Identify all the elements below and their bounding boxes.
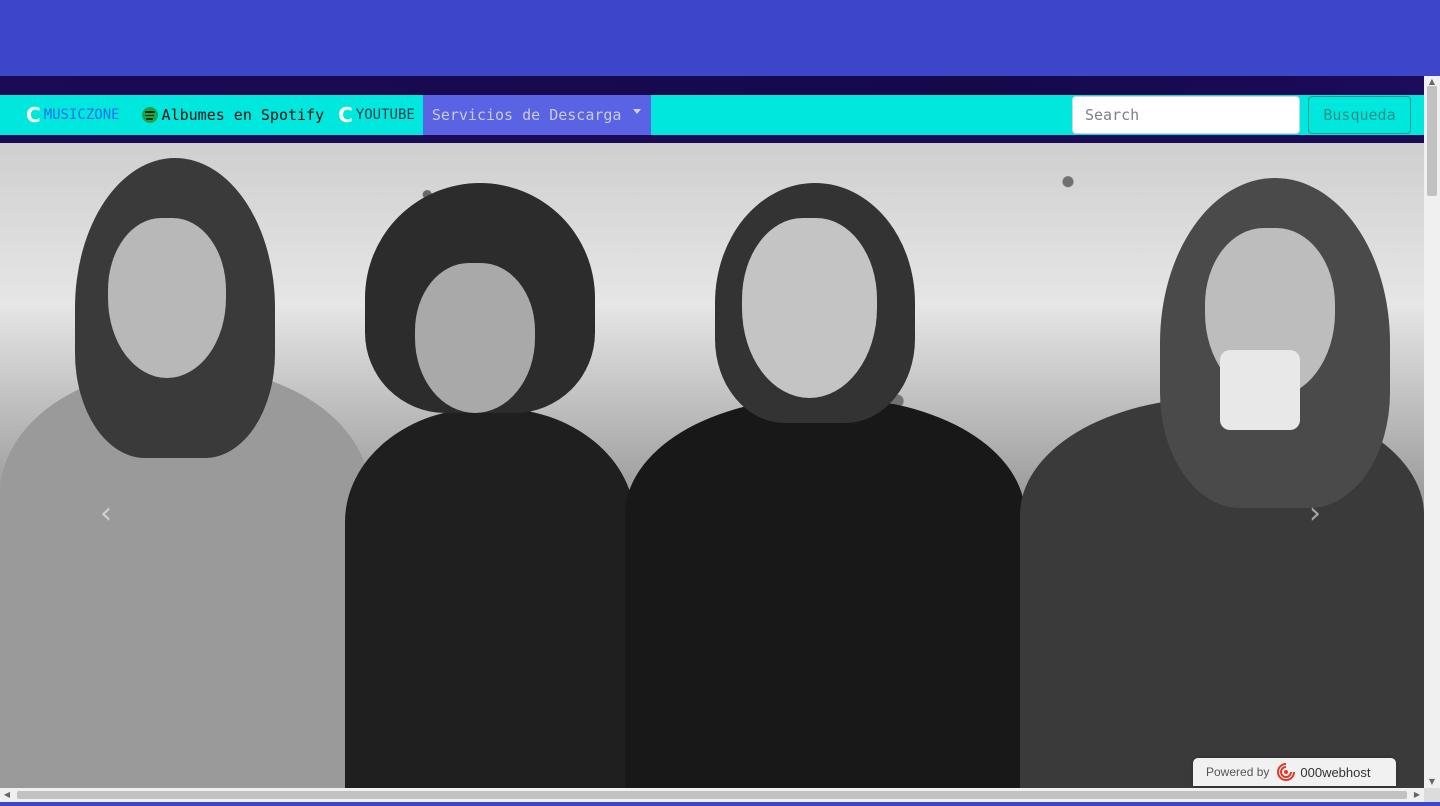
vertical-scroll-thumb[interactable] xyxy=(1427,86,1437,196)
search-input[interactable] xyxy=(1072,96,1300,134)
scroll-left-icon[interactable]: ◀ xyxy=(0,788,14,802)
scrollbar-corner xyxy=(1424,788,1440,802)
powered-by-badge[interactable]: Powered by 000webhost xyxy=(1193,758,1396,786)
carousel-prev-button[interactable]: ‹ xyxy=(96,497,116,531)
spotify-icon xyxy=(141,107,158,123)
spotify-albums-label: Albumes en Spotify xyxy=(161,106,325,124)
spotify-albums-link[interactable]: Albumes en Spotify xyxy=(141,95,325,135)
brand-c-icon: C xyxy=(26,103,41,127)
chevron-right-icon: › xyxy=(1309,496,1321,531)
header-divider xyxy=(0,76,1424,95)
carousel-next-button[interactable]: › xyxy=(1305,497,1325,531)
mug-shape xyxy=(1220,350,1300,430)
youtube-label: YOUTUBE xyxy=(355,107,415,123)
header-band xyxy=(0,0,1440,76)
horizontal-scroll-thumb[interactable] xyxy=(17,791,1407,799)
brand-label: MUSICZONE xyxy=(43,107,120,123)
navbar-bottom-divider xyxy=(0,135,1424,143)
scroll-right-icon[interactable]: ▶ xyxy=(1410,788,1424,802)
chevron-left-icon: ‹ xyxy=(100,496,112,531)
powered-by-label: Powered by xyxy=(1206,765,1270,779)
vertical-scrollbar[interactable]: ▲ ▼ xyxy=(1424,76,1440,788)
scroll-down-icon[interactable]: ▼ xyxy=(1424,776,1440,788)
horizontal-scrollbar[interactable]: ◀ ▶ xyxy=(0,788,1424,802)
download-services-dropdown[interactable]: Servicios de Descarga xyxy=(422,95,652,135)
window-bottom-border xyxy=(0,802,1440,806)
youtube-c-icon: C xyxy=(338,103,353,127)
caret-down-icon xyxy=(633,108,642,114)
search-button[interactable]: Busqueda xyxy=(1308,96,1411,134)
youtube-link[interactable]: C YOUTUBE xyxy=(338,95,415,135)
dropdown-label: Servicios de Descarga xyxy=(431,106,622,124)
hero-carousel xyxy=(0,143,1424,788)
webhost-brand-label: 000webhost xyxy=(1300,764,1371,780)
brand-link[interactable]: C MUSICZONE xyxy=(26,95,120,135)
webhost-logo-icon xyxy=(1276,762,1296,782)
